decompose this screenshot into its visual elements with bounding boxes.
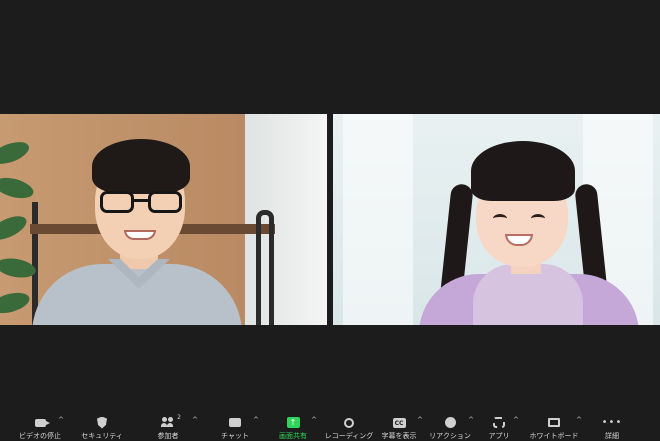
participant-video-tile-2[interactable] [333,114,660,325]
security-button[interactable]: セキュリティ [70,410,134,441]
chair-rail [256,210,274,325]
background-window-left [343,114,413,325]
reaction-icon [443,416,457,429]
apps-icon [492,416,506,429]
video-camera-icon [33,416,50,429]
meeting-toolbar: ビデオの停止 ^ セキュリティ 2 参加者 ^ チャット ^ ↑ 画面共有 ^ [0,410,660,440]
participant-1-hair [92,139,190,194]
plant [0,134,40,325]
video-button[interactable]: ビデオの停止 ^ [8,410,72,441]
participant-1-smile [124,230,156,240]
participant-count: 2 [177,414,181,421]
closed-caption-icon: CC [392,416,406,429]
participant-2-hair [471,141,575,201]
participants-icon: 2 [161,414,181,429]
shield-icon [95,416,109,429]
chat-icon [228,416,242,429]
share-screen-button[interactable]: ↑ 画面共有 ^ [261,410,325,441]
participants-button[interactable]: 2 参加者 ^ [136,410,200,441]
more-button[interactable]: ••• 詳細 [580,410,644,441]
participant-video-tile-1[interactable] [0,114,327,325]
apps-options-chevron[interactable]: ^ [513,416,519,424]
chat-options-chevron[interactable]: ^ [253,416,259,424]
more-dots-icon: ••• [601,417,623,428]
whiteboard-button[interactable]: ホワイトボード ^ [522,410,586,441]
share-screen-icon: ↑ [286,416,300,429]
video-options-chevron[interactable]: ^ [58,416,64,424]
participant-2-eye-left [493,214,507,223]
meeting-stage: ビデオの停止 ^ セキュリティ 2 参加者 ^ チャット ^ ↑ 画面共有 ^ [0,0,660,440]
participant-1-glasses [100,191,182,215]
whiteboard-icon [547,416,561,429]
record-icon [342,416,356,429]
participants-options-chevron[interactable]: ^ [192,416,198,424]
chat-button[interactable]: チャット ^ [203,410,267,441]
participant-2-eye-right [531,214,545,223]
